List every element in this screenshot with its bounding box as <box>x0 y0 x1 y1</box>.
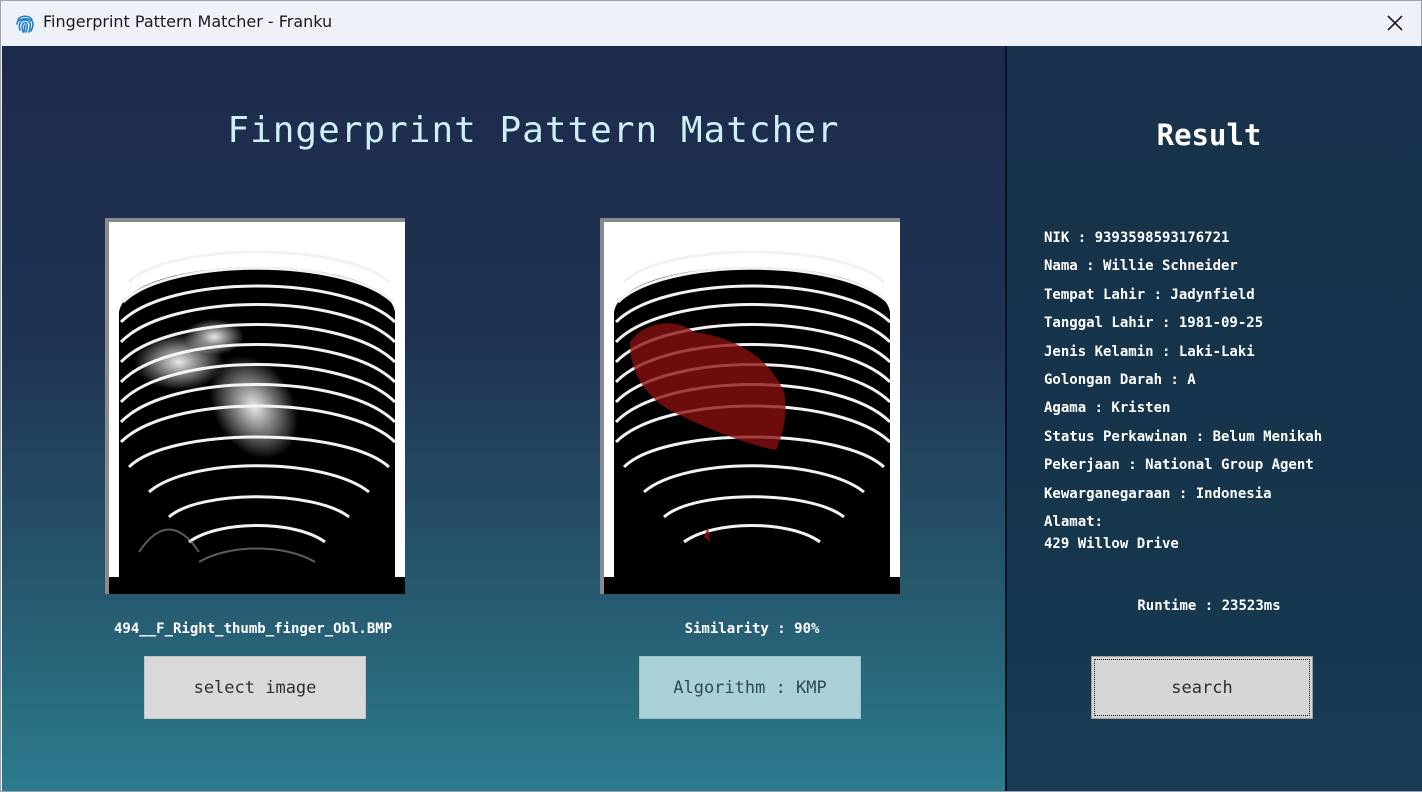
result-tempat-lahir: Tempat Lahir : Jadynfield <box>1044 286 1255 303</box>
algorithm-toggle-button[interactable]: Algorithm : KMP <box>639 656 861 719</box>
matcher-panel: Fingerprint Pattern Matcher 494__F_Right… <box>2 46 1005 791</box>
runtime-label: Runtime : 23523ms <box>1137 598 1281 614</box>
result-pekerjaan: Pekerjaan : National Group Agent <box>1044 457 1314 474</box>
result-details: NIK : 9393598593176721 Nama : Willie Sch… <box>1044 227 1416 555</box>
selected-filename: 494__F_Right_thumb_finger_Obl.BMP <box>114 621 393 637</box>
result-kewarganegaraan: Kewarganegaraan : Indonesia <box>1044 485 1272 502</box>
select-image-button[interactable]: select image <box>144 656 366 719</box>
result-jenis-kelamin: Jenis Kelamin : Laki-Laki <box>1044 343 1255 360</box>
similarity-label: Similarity : 90% <box>684 621 820 637</box>
result-nama: Nama : Willie Schneider <box>1044 258 1238 275</box>
close-button[interactable] <box>1369 1 1421 45</box>
page-title: Fingerprint Pattern Matcher <box>227 110 840 151</box>
result-panel: Result NIK : 9393598593176721 Nama : Wil… <box>1007 46 1422 791</box>
matched-fingerprint-image <box>600 218 900 594</box>
window-title: Fingerprint Pattern Matcher - Franku <box>43 12 333 31</box>
result-golongan-darah: Golongan Darah : A <box>1044 371 1196 388</box>
fingerprint-icon <box>14 12 36 34</box>
close-icon <box>1387 15 1403 31</box>
result-title: Result <box>1156 118 1262 152</box>
input-fingerprint-image <box>105 218 405 594</box>
app-window: Fingerprint Pattern Matcher - Franku Fin… <box>0 0 1422 792</box>
search-button[interactable]: search <box>1091 656 1313 719</box>
result-nik: NIK : 9393598593176721 <box>1044 230 1230 246</box>
result-tanggal-lahir: Tanggal Lahir : 1981-09-25 <box>1044 315 1264 332</box>
result-status-perkawinan: Status Perkawinan : Belum Menikah <box>1044 428 1323 445</box>
result-agama: Agama : Kristen <box>1044 400 1171 417</box>
result-alamat-label: Alamat: <box>1044 513 1104 530</box>
title-bar[interactable]: Fingerprint Pattern Matcher - Franku <box>1 1 1421 45</box>
result-alamat-value: 429 Willow Drive <box>1044 535 1179 552</box>
